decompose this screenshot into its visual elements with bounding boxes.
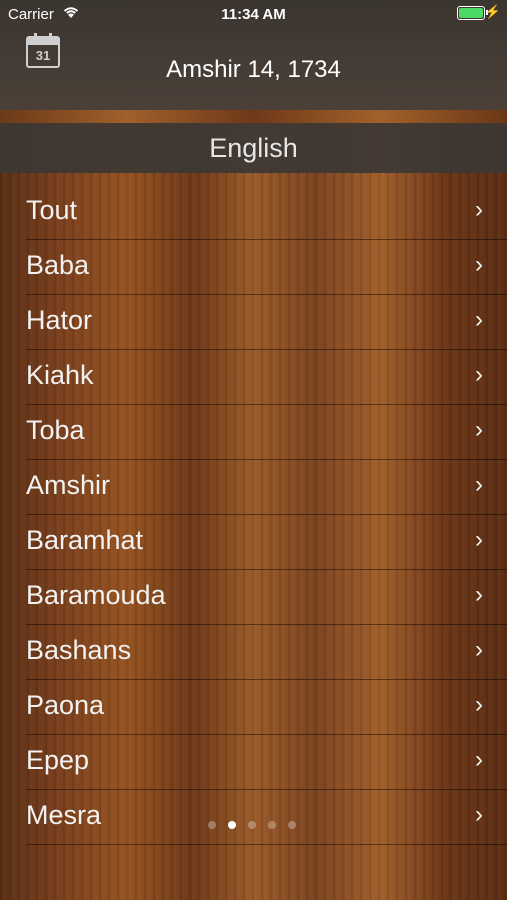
month-label: Mesra (26, 800, 102, 830)
page-dot[interactable] (248, 821, 256, 829)
month-label: Paona (26, 690, 105, 720)
chevron-right-icon: › (475, 251, 483, 278)
month-label: Amshir (26, 470, 111, 500)
chevron-right-icon: › (475, 306, 483, 333)
month-label: Baramouda (26, 580, 166, 610)
list-item[interactable]: Epep › (0, 735, 507, 790)
current-date: Amshir 14, 1734 (166, 56, 341, 83)
battery-icon (457, 6, 485, 20)
status-bar: Carrier 11:34 AM ⚡ (0, 0, 507, 28)
chevron-right-icon: › (475, 361, 483, 388)
language-selector[interactable]: English (0, 123, 507, 173)
list-item[interactable]: Mesra › (0, 790, 507, 845)
page-indicator[interactable] (208, 821, 296, 829)
header: Carrier 11:34 AM ⚡ 31 Amshir 14, 1734 (0, 0, 507, 110)
list-item[interactable]: Baramouda › (0, 570, 507, 625)
list-item[interactable]: Kiahk › (0, 350, 507, 405)
list-item[interactable]: Bashans › (0, 625, 507, 680)
month-label: Kiahk (26, 360, 94, 390)
list-item[interactable]: Baramhat › (0, 515, 507, 570)
page-dot[interactable] (288, 821, 296, 829)
list-item[interactable]: Paona › (0, 680, 507, 735)
list-item[interactable]: Tout › (0, 185, 507, 240)
chevron-right-icon: › (475, 416, 483, 443)
month-list: Tout › Baba › Hator › Kiahk › Toba › Amshir › … (0, 185, 507, 845)
month-label: Bashans (26, 635, 132, 665)
list-item[interactable]: Baba › (0, 240, 507, 295)
chevron-right-icon: › (475, 691, 483, 718)
chevron-right-icon: › (475, 526, 483, 553)
list-item[interactable]: Toba › (0, 405, 507, 460)
list-item[interactable]: Amshir › (0, 460, 507, 515)
page-dot[interactable] (228, 821, 236, 829)
chevron-right-icon: › (475, 746, 483, 773)
page-dot[interactable] (208, 821, 216, 829)
month-label: Tout (26, 195, 78, 225)
month-label: Epep (26, 745, 90, 775)
month-label: Baramhat (26, 525, 144, 555)
chevron-right-icon: › (475, 471, 483, 498)
chevron-right-icon: › (475, 636, 483, 663)
chevron-right-icon: › (475, 801, 483, 828)
list-item[interactable]: Hator › (0, 295, 507, 350)
chevron-right-icon: › (475, 581, 483, 608)
month-label: Hator (26, 305, 93, 335)
wood-divider (0, 110, 507, 123)
month-label: Baba (26, 250, 90, 280)
chevron-right-icon: › (475, 196, 483, 223)
page-dot[interactable] (268, 821, 276, 829)
month-label: Toba (26, 415, 85, 445)
charging-icon: ⚡ (484, 4, 501, 19)
status-time: 11:34 AM (221, 6, 286, 23)
